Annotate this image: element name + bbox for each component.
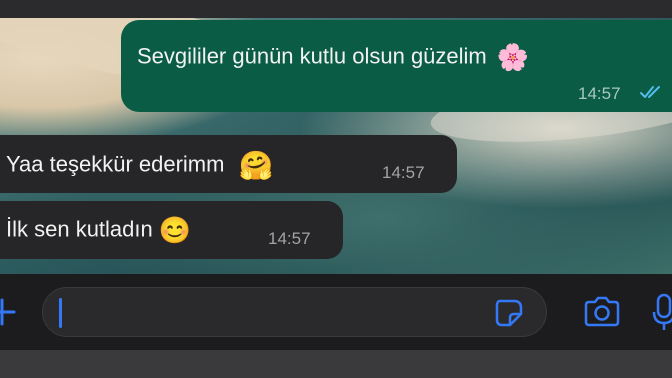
outgoing-message-bubble[interactable]: Sevgililer günün kutlu olsun güzelim 🌸 1…: [121, 20, 672, 112]
incoming-message-bubble[interactable]: Yaa teşekkür ederimm 🤗 14:57: [0, 135, 457, 193]
text-caret: [59, 298, 62, 328]
message-input[interactable]: [42, 287, 547, 337]
plus-icon[interactable]: [0, 298, 16, 326]
message-text: Sevgililer günün kutlu olsun güzelim 🌸: [137, 42, 529, 73]
cherry-blossom-emoji: 🌸: [496, 42, 530, 72]
message-timestamp: 14:57: [268, 229, 311, 248]
message-text: İlk sen kutladın 😊: [6, 215, 191, 246]
message-timestamp: 14:57: [382, 163, 425, 182]
incoming-message-bubble[interactable]: İlk sen kutladın 😊 14:57: [0, 201, 343, 259]
message-text-content: Sevgililer günün kutlu olsun güzelim: [137, 43, 487, 69]
message-timestamp: 14:57: [578, 84, 621, 103]
message-text: Yaa teşekkür ederimm 🤗: [6, 149, 273, 182]
bottom-strip: [0, 350, 672, 378]
hugging-face-emoji: 🤗: [238, 150, 274, 181]
microphone-icon[interactable]: [652, 292, 672, 332]
sticker-icon[interactable]: [494, 298, 524, 328]
smiling-face-emoji: 😊: [158, 215, 192, 245]
read-receipt-icon: [640, 86, 660, 98]
message-text-content: Yaa teşekkür ederimm: [6, 151, 225, 177]
status-strip: [0, 0, 672, 18]
camera-icon[interactable]: [582, 296, 622, 328]
message-text-content: İlk sen kutladın: [6, 216, 153, 242]
